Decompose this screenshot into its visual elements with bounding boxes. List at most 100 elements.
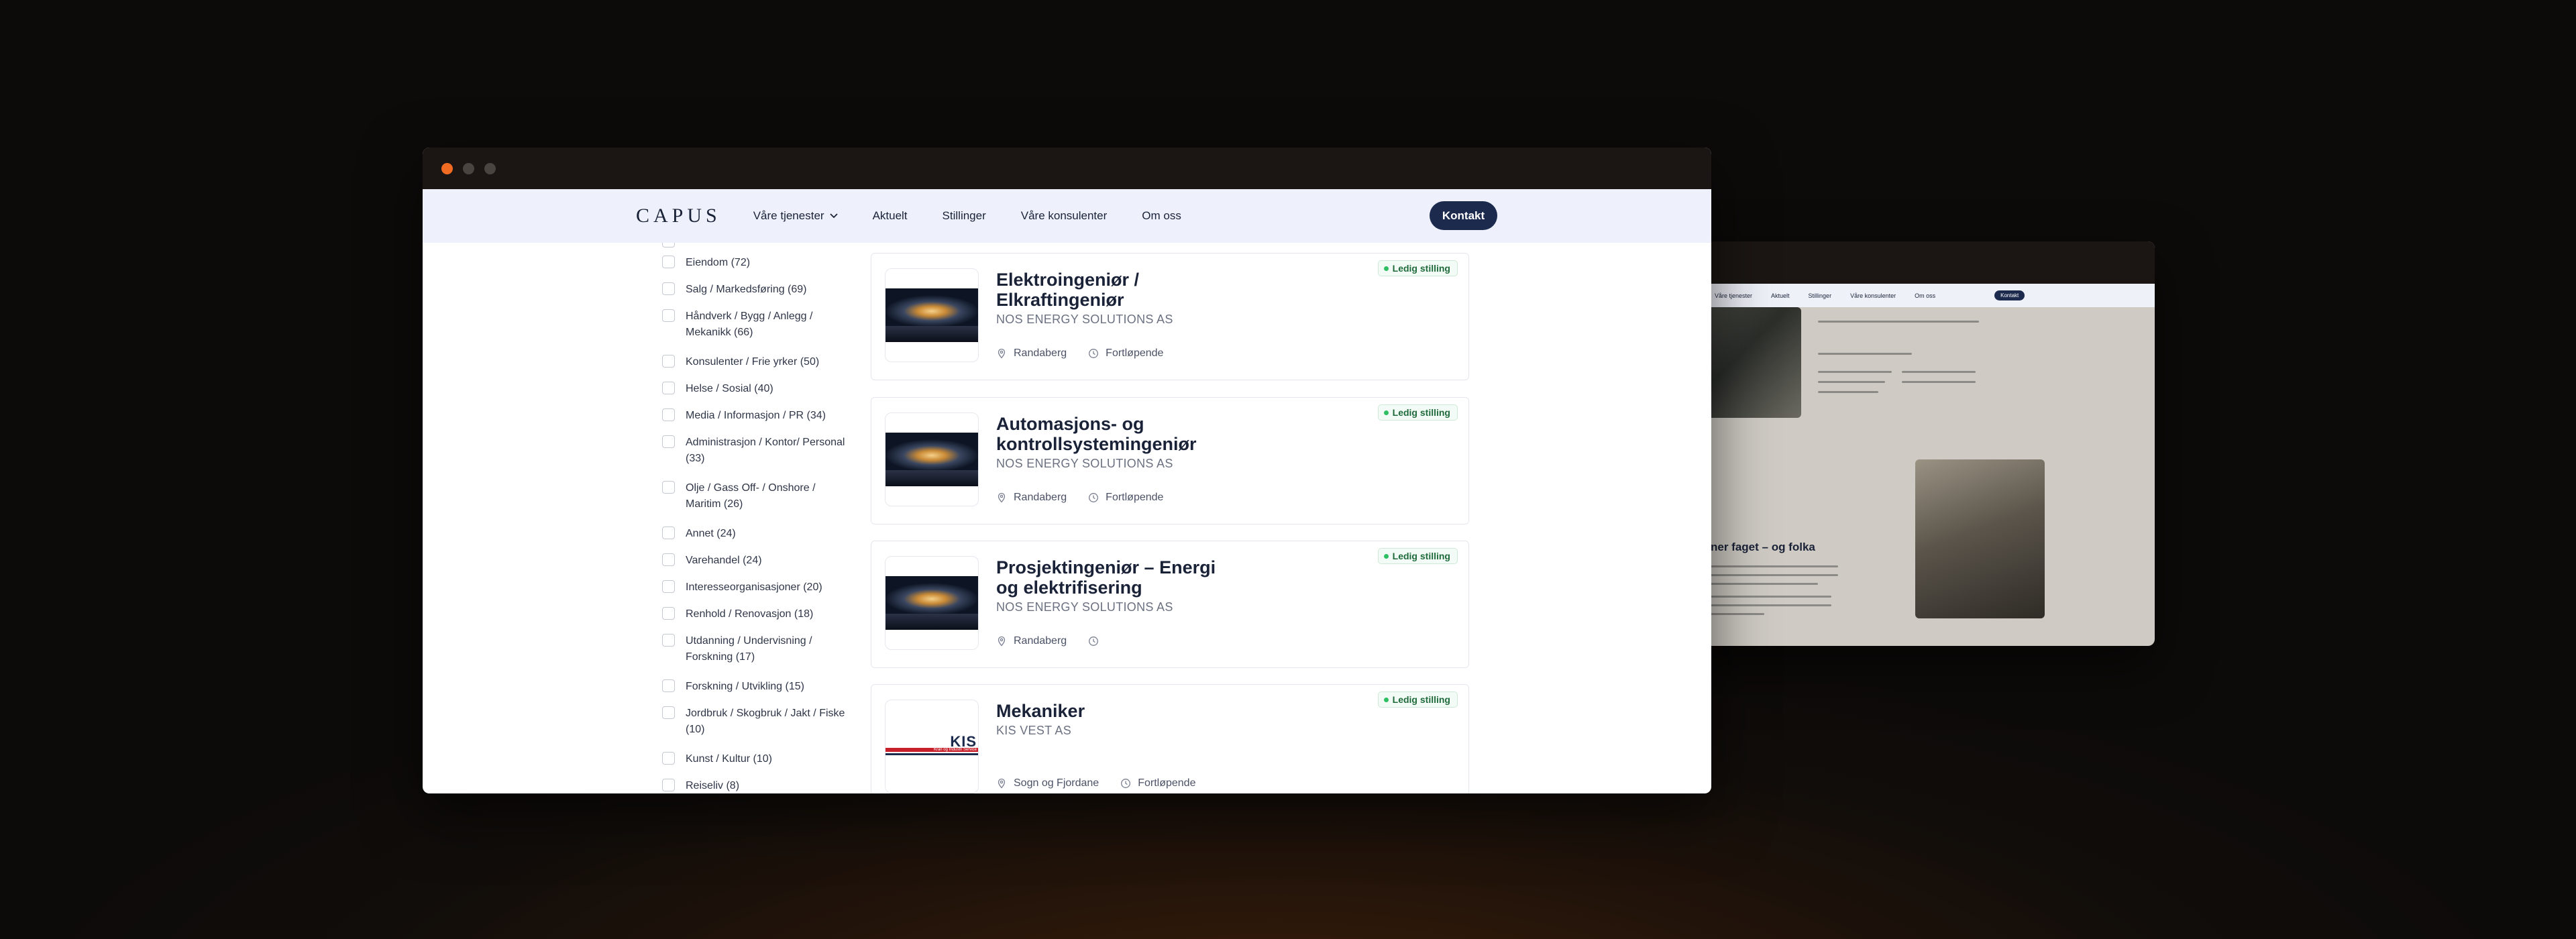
job-title[interactable]: Prosjektingeniør – Energi og elektrifise… — [996, 557, 1224, 598]
bg-nav-item: Aktuelt — [1771, 292, 1790, 299]
filter-item[interactable]: Reiseliv (8) — [662, 778, 850, 793]
bg-heading: ner faget – og folka — [1711, 541, 1815, 553]
filter-checkbox[interactable] — [662, 527, 675, 539]
location-pin-icon — [996, 492, 1007, 503]
filter-label: Jordbruk / Skogbruk / Jakt / Fiske (10) — [686, 708, 845, 735]
clock-icon — [1088, 348, 1099, 359]
bg-photo — [1915, 459, 2045, 618]
minimize-window-dot-icon[interactable] — [463, 162, 474, 174]
job-deadline: Fortløpende — [1106, 492, 1164, 503]
status-badge: Ledig stilling — [1377, 260, 1458, 276]
job-company: NOS ENERGY SOLUTIONS AS — [996, 457, 1173, 470]
job-card[interactable]: Automasjons- og kontrollsystemingeniør NO… — [871, 397, 1469, 524]
job-card[interactable]: Elektroingeniør / Elkraftingeniør NOS ENE… — [871, 253, 1469, 380]
job-deadline: Fortløpende — [1138, 777, 1196, 789]
nos-energy-logo-icon — [885, 433, 978, 486]
job-deadline: Fortløpende — [1106, 347, 1164, 359]
job-card[interactable]: Prosjektingeniør – Energi og elektrifise… — [871, 541, 1469, 668]
nav-item-vare-tjenester[interactable]: Våre tjenester — [753, 209, 838, 223]
filter-label: Administrasjon / Kontor/ Personal (33) — [686, 437, 845, 464]
maximize-window-dot-icon[interactable] — [484, 162, 496, 174]
status-dot-icon — [1383, 410, 1389, 415]
filter-item[interactable]: Forskning / Utvikling (15) — [662, 679, 850, 695]
filter-item[interactable]: Håndverk / Bygg / Anlegg / Mekanikk (66) — [662, 309, 850, 341]
filter-item[interactable]: Olje / Gass Off- / Onshore / Maritim (26… — [662, 480, 850, 512]
filter-item[interactable]: Annet (24) — [662, 526, 850, 542]
close-window-dot-icon[interactable] — [441, 162, 453, 174]
bg-nav-item: Stillinger — [1808, 292, 1832, 299]
job-card[interactable]: KIS Kran og Industri Service Mekaniker KIS … — [871, 684, 1469, 793]
filter-checkbox[interactable] — [662, 706, 675, 719]
filter-label: Varehandel (24) — [686, 555, 762, 566]
filter-item[interactable]: Media / Informasjon / PR (34) — [662, 408, 850, 424]
filter-checkbox[interactable] — [662, 355, 675, 368]
bg-text-line — [1818, 381, 1885, 383]
job-title[interactable]: Mekaniker — [996, 701, 1224, 721]
filter-checkbox[interactable] — [662, 679, 675, 692]
filter-item[interactable]: Helse / Sosial (40) — [662, 381, 850, 397]
nav-item-om-oss[interactable]: Om oss — [1142, 209, 1181, 223]
contact-button[interactable]: Kontakt — [1430, 201, 1497, 230]
filter-checkbox[interactable] — [662, 382, 675, 394]
chevron-down-icon — [829, 213, 838, 219]
filter-label: Annet (24) — [686, 528, 736, 539]
bg-nav-item: Om oss — [1915, 292, 1936, 299]
filter-label: Forskning / Utvikling (15) — [686, 681, 804, 692]
clock-icon — [1120, 778, 1131, 789]
browser-window: CAPUS Våre tjenester Aktuelt Stillinger … — [423, 148, 1711, 793]
filter-checkbox[interactable] — [662, 408, 675, 421]
filter-checkbox[interactable] — [662, 256, 675, 268]
background-window-navbar: Våre tjenester Aktuelt Stillinger Våre k… — [1664, 284, 2155, 307]
filter-checkbox[interactable] — [662, 607, 675, 620]
job-title[interactable]: Automasjons- og kontrollsystemingeniør — [996, 414, 1224, 454]
nav-item-vare-konsulenter[interactable]: Våre konsulenter — [1021, 209, 1108, 223]
status-badge-label: Ledig stilling — [1392, 694, 1450, 705]
filter-label: Kunst / Kultur (10) — [686, 753, 772, 765]
company-logo: KIS Kran og Industri Service — [885, 700, 979, 793]
filter-checkbox[interactable] — [662, 580, 675, 593]
capus-logo[interactable]: CAPUS — [636, 205, 721, 227]
company-logo — [885, 412, 979, 506]
filter-item[interactable]: Jordbruk / Skogbruk / Jakt / Fiske (10) — [662, 706, 850, 738]
filter-label: Reiseliv (8) — [686, 780, 740, 791]
filter-item[interactable]: Interesseorganisasjoner (20) — [662, 579, 850, 596]
filter-item[interactable]: Utdanning / Undervisning / Forskning (17… — [662, 633, 850, 665]
window-titlebar — [423, 148, 1711, 189]
status-dot-icon — [1383, 553, 1389, 559]
filter-checkbox[interactable] — [662, 282, 675, 295]
job-title[interactable]: Elektroingeniør / Elkraftingeniør — [996, 270, 1224, 310]
job-meta: Randaberg Fortløpende — [996, 347, 1163, 360]
filter-label: Helse / Sosial (40) — [686, 383, 773, 394]
filter-item[interactable]: Administrasjon / Kontor/ Personal (33) — [662, 435, 850, 467]
clock-icon — [1088, 636, 1099, 647]
nos-energy-logo-icon — [885, 288, 978, 342]
clock-icon — [1088, 492, 1099, 503]
site-header: CAPUS Våre tjenester Aktuelt Stillinger … — [423, 189, 1711, 243]
bg-text-line — [1818, 391, 1878, 393]
filter-item[interactable]: Kunst / Kultur (10) — [662, 751, 850, 767]
nav-item-stillinger[interactable]: Stillinger — [943, 209, 986, 223]
filter-item[interactable]: Renhold / Renovasjon (18) — [662, 606, 850, 622]
filter-item[interactable]: Varehandel (24) — [662, 553, 850, 569]
filter-item[interactable]: Salg / Markedsføring (69) — [662, 282, 850, 298]
bg-nav-item: Våre konsulenter — [1850, 292, 1896, 299]
filter-item[interactable]: Eiendom (72) — [662, 255, 850, 271]
job-meta: Randaberg Fortløpende — [996, 492, 1163, 504]
filter-checkbox[interactable] — [662, 435, 675, 448]
filter-checkbox[interactable] — [662, 779, 675, 791]
filter-checkbox[interactable] — [662, 309, 675, 322]
company-logo — [885, 268, 979, 362]
filter-checkbox[interactable] — [662, 634, 675, 647]
filter-label: Interesseorganisasjoner (20) — [686, 582, 822, 593]
bg-nav-item: Våre tjenester — [1715, 292, 1753, 299]
page-content: Eiendom (72) Salg / Markedsføring (69) Hån… — [423, 243, 1711, 793]
filter-checkbox[interactable] — [662, 243, 675, 247]
nav-item-aktuelt[interactable]: Aktuelt — [873, 209, 908, 223]
job-company: KIS VEST AS — [996, 724, 1072, 737]
filter-item[interactable]: Konsulenter / Frie yrker (50) — [662, 354, 850, 370]
bg-contact-button: Kontakt — [1994, 290, 2025, 300]
filter-checkbox[interactable] — [662, 481, 675, 494]
filter-checkbox[interactable] — [662, 752, 675, 765]
background-window: Våre tjenester Aktuelt Stillinger Våre k… — [1664, 241, 2155, 646]
filter-checkbox[interactable] — [662, 553, 675, 566]
